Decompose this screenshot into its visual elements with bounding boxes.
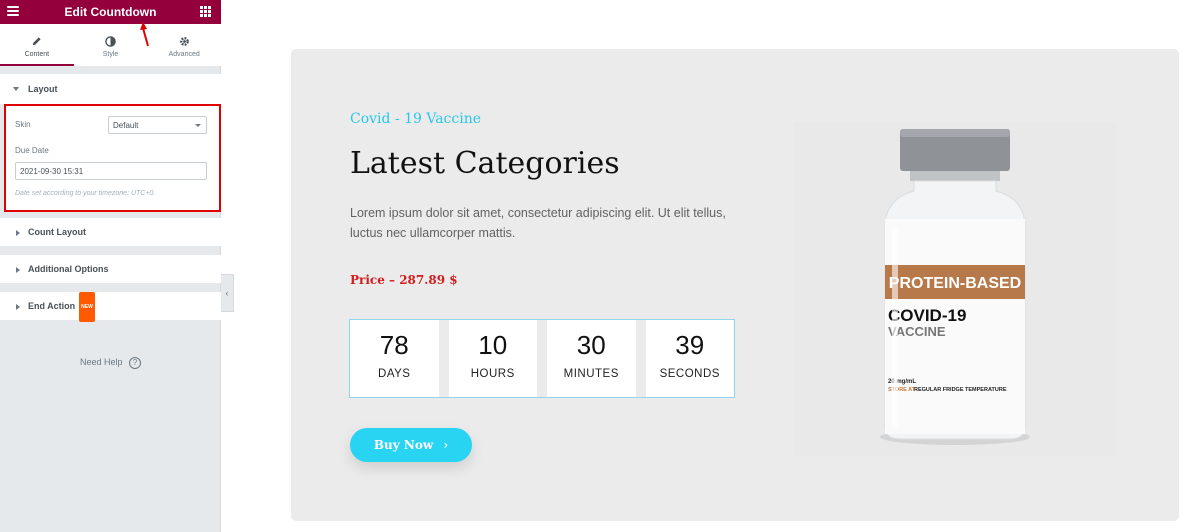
need-help-link[interactable]: Need Help ?: [0, 357, 221, 369]
caret-right-icon: [16, 230, 20, 236]
annotation-arrow-icon: [140, 22, 149, 47]
caret-right-icon: [16, 267, 20, 273]
countdown-days-label: DAYS: [378, 368, 411, 380]
due-date-input[interactable]: 2021-09-30 15:31: [15, 162, 207, 180]
pencil-icon: [0, 36, 74, 48]
countdown-hours-value: 10: [478, 330, 508, 360]
collapse-panel-handle[interactable]: ‹: [221, 274, 234, 312]
buy-now-label: Buy Now: [373, 438, 434, 452]
section-end-action[interactable]: End Action NEW: [0, 292, 221, 322]
editor-panel: Edit Countdown Content Style Advanced La…: [0, 0, 221, 532]
skin-select-value: Default: [113, 121, 139, 130]
section-count-layout-label: Count Layout: [28, 227, 86, 237]
panel-header: Edit Countdown: [0, 0, 221, 24]
tab-advanced[interactable]: Advanced: [147, 24, 221, 66]
section-end-action-label: End Action: [28, 301, 76, 312]
countdown-days-value: 78: [379, 330, 409, 360]
product-price: Price – 287.89 $: [350, 273, 458, 287]
tab-style-label: Style: [102, 51, 119, 58]
buy-now-button[interactable]: Buy Now ›: [350, 428, 472, 462]
countdown-minutes: 30 MINUTES: [547, 320, 636, 397]
vial-band-text: PROTEIN-BASED: [889, 275, 1021, 292]
section-additional-options[interactable]: Additional Options: [0, 255, 221, 283]
new-badge: NEW: [79, 292, 95, 322]
section-layout-label: Layout: [28, 84, 58, 94]
chevron-down-icon: [195, 124, 201, 127]
caret-right-icon: [16, 304, 20, 310]
product-description: Lorem ipsum dolor sit amet, consectetur …: [350, 206, 726, 240]
section-additional-options-label: Additional Options: [28, 264, 109, 274]
section-count-layout[interactable]: Count Layout: [0, 218, 221, 246]
help-icon: ?: [129, 357, 142, 369]
skin-select[interactable]: Default: [108, 116, 207, 134]
contrast-icon: [74, 36, 148, 48]
page-heading: Latest Categories: [350, 146, 620, 181]
tab-content[interactable]: Content: [0, 24, 74, 66]
layout-controls-highlight: Skin Default Due Date 2021-09-30 15:31 D…: [4, 104, 221, 212]
countdown-widget[interactable]: 78 DAYS 10 HOURS 30 MINUTES 39 SECONDS: [349, 319, 735, 398]
vial-storage-text: REGULAR FRIDGE TEMPERATURE: [914, 387, 1007, 393]
gear-icon: [147, 36, 221, 48]
countdown-seconds: 39 SECONDS: [645, 320, 734, 397]
tab-style[interactable]: Style: [74, 24, 148, 66]
countdown-days: 78 DAYS: [350, 320, 439, 397]
countdown-minutes-label: MINUTES: [563, 368, 619, 380]
product-subtitle: Covid - 19 Vaccine: [350, 111, 482, 127]
panel-title: Edit Countdown: [64, 5, 157, 19]
widgets-grid-icon[interactable]: [200, 6, 211, 17]
panel-tabs: Content Style Advanced: [0, 24, 221, 66]
countdown-hours: 10 HOURS: [448, 320, 537, 397]
tab-content-label: Content: [24, 51, 50, 58]
timezone-note: Date set according to your timezone: UTC…: [15, 190, 156, 197]
chevron-right-icon: ›: [443, 438, 449, 452]
tab-advanced-label: Advanced: [168, 51, 200, 58]
section-layout[interactable]: Layout: [0, 74, 221, 104]
caret-down-icon: [13, 87, 19, 91]
due-date-label: Due Date: [15, 146, 49, 155]
countdown-minutes-value: 30: [576, 330, 606, 360]
vial-line1: COVID-19: [888, 306, 966, 325]
countdown-seconds-value: 39: [675, 330, 705, 360]
need-help-label: Need Help: [79, 357, 123, 367]
vaccine-vial-image: PROTEIN-BASED COVID-19 VACCINE 20 mg/mL …: [880, 129, 1030, 445]
countdown-seconds-label: SECONDS: [659, 368, 720, 380]
skin-label: Skin: [15, 120, 31, 129]
countdown-hours-label: HOURS: [470, 368, 515, 380]
